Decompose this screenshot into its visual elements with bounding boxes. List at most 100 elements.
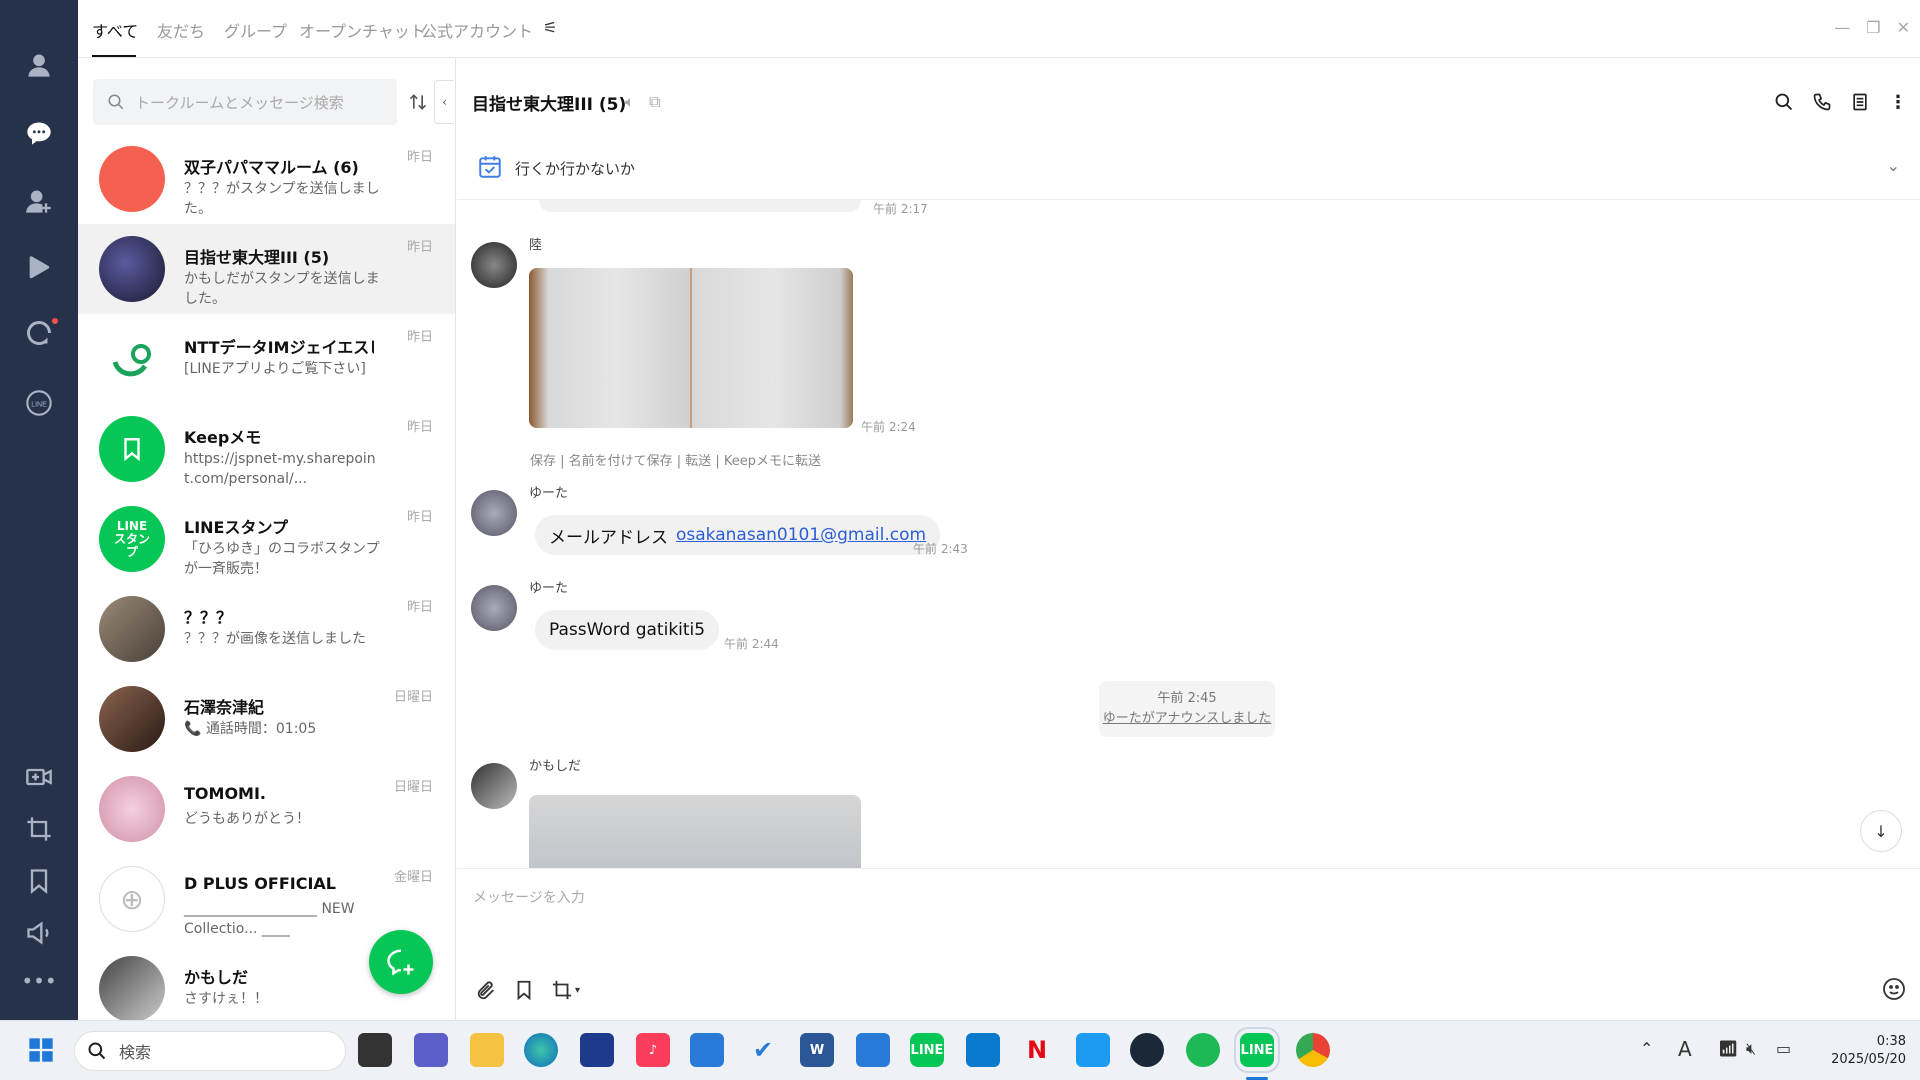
message-input[interactable]: メッセージを入力	[473, 887, 585, 907]
room-time: 昨日	[406, 420, 433, 435]
task-view-icon[interactable]	[358, 1033, 392, 1067]
todo-icon[interactable]: ✔	[746, 1033, 780, 1067]
mute-icon[interactable]: 🔈︎	[625, 92, 635, 112]
chrome-icon[interactable]	[1296, 1033, 1330, 1067]
netflix-icon[interactable]: N	[1020, 1033, 1054, 1067]
room-name: LINEスタンプ	[184, 518, 288, 537]
screenshot-icon[interactable]	[551, 979, 573, 1005]
speaker-muted-icon[interactable]: 🔇︎	[1746, 1039, 1756, 1059]
chevron-down-icon[interactable]: ⌄	[1887, 156, 1900, 175]
chats-icon[interactable]	[22, 116, 56, 150]
store-icon[interactable]	[580, 1033, 614, 1067]
more-icon[interactable]: •••	[21, 964, 56, 998]
spotify-icon[interactable]	[1186, 1033, 1220, 1067]
crop-icon[interactable]	[22, 812, 56, 846]
room-last-message: どうもありがとう！	[184, 811, 310, 827]
list-item[interactable]: ？？？ ？？？が画像を送信しました 昨日	[78, 584, 455, 674]
list-item[interactable]: NTTデータIMジェイエスピー... [LINEアプリよりご覧下さい] 昨日	[78, 314, 455, 404]
line-app-icon[interactable]: LINE	[910, 1033, 944, 1067]
system-text[interactable]: ゆーたがアナウンスしました	[1099, 709, 1275, 729]
restore-icon[interactable]: ❐	[1866, 18, 1880, 37]
announcement-bar[interactable]: 行くか行かないか ⌄	[457, 144, 1920, 200]
line-icon[interactable]: LINE	[22, 386, 56, 420]
line-active-app-icon[interactable]: LINE	[1234, 1027, 1280, 1073]
room-time: 金曜日	[393, 870, 433, 885]
text-message[interactable]: メールアドレス osakanasan0101@gmail.com	[535, 515, 941, 555]
room-time: 昨日	[406, 150, 433, 165]
chevron-down-icon[interactable]: ▾	[575, 985, 580, 1005]
avatar	[471, 763, 517, 809]
scroll-to-bottom-button[interactable]: ↓	[1860, 810, 1902, 852]
list-item[interactable]: TOMOMI. どうもありがとう！ 日曜日	[78, 764, 455, 854]
notes-icon[interactable]	[1848, 90, 1872, 114]
battery-icon[interactable]: ▭	[1776, 1039, 1791, 1058]
list-item[interactable]: 石澤奈津紀 📞 通話時間：01:05 日曜日	[78, 674, 455, 764]
avatar	[471, 585, 517, 631]
room-name: Keepメモ	[184, 428, 262, 447]
new-chat-button[interactable]	[369, 930, 433, 994]
file-explorer-icon[interactable]	[470, 1033, 504, 1067]
compose-area[interactable]: メッセージを入力 ▾	[457, 868, 1920, 1020]
photos-icon[interactable]	[690, 1033, 724, 1067]
message-list[interactable]: 午前 2:17 陸 午前 2:24 保存 | 名前を付けて保存 | 転送 | K…	[457, 200, 1920, 868]
room-name: 石澤奈津紀	[184, 698, 265, 717]
search-icon[interactable]	[1772, 90, 1796, 114]
keep-icon[interactable]	[22, 864, 56, 898]
image-message[interactable]	[529, 268, 853, 428]
popout-icon[interactable]: ⧉	[649, 92, 660, 112]
wifi-icon[interactable]: 📶︎	[1718, 1039, 1738, 1058]
close-icon[interactable]: ✕	[1897, 18, 1910, 37]
room-last-message: かもしだがスタンプを送信しました。	[184, 271, 380, 307]
openchat-icon[interactable]	[22, 316, 56, 350]
collapse-list-button[interactable]: ‹	[434, 80, 454, 124]
ime-indicator[interactable]: A	[1678, 1037, 1692, 1061]
text-message[interactable]: PassWord gatikiti5	[535, 610, 720, 650]
taskbar-search[interactable]: 検索	[74, 1031, 346, 1071]
tab-all[interactable]: すべて	[92, 18, 138, 42]
image-message[interactable]	[529, 795, 861, 868]
email-link[interactable]: osakanasan0101@gmail.com	[676, 525, 926, 545]
teams-icon[interactable]	[414, 1033, 448, 1067]
message-time: 午前 2:24	[861, 420, 916, 434]
keep-icon[interactable]	[513, 979, 535, 1005]
word-icon[interactable]: W	[800, 1033, 834, 1067]
room-last-message: 📞 通話時間：01:05	[184, 721, 317, 737]
system-clock[interactable]: 0:38 2025/05/20	[1831, 1033, 1906, 1069]
add-friend-icon[interactable]	[22, 184, 56, 218]
twitter-icon[interactable]	[1076, 1033, 1110, 1067]
windows-start-icon[interactable]	[24, 1033, 58, 1067]
call-icon[interactable]	[1810, 90, 1834, 114]
announcement-speaker-icon[interactable]	[22, 916, 56, 950]
emoji-icon[interactable]	[1882, 977, 1906, 1005]
list-item[interactable]: 目指せ東大理III (5) かもしだがスタンプを送信しました。 昨日	[78, 224, 455, 314]
line-stamp-badge: LINE スタンプ	[113, 518, 150, 559]
filter-settings-icon[interactable]: ⚟	[543, 18, 557, 37]
video-add-icon[interactable]	[22, 760, 56, 794]
more-options-icon[interactable]: ⋮	[1886, 90, 1910, 114]
tab-official[interactable]: 公式アカウント	[421, 18, 533, 42]
search-input[interactable]: トークルームとメッセージ検索	[135, 92, 344, 113]
voom-icon[interactable]	[22, 250, 56, 284]
list-item[interactable]: 双子パパママルーム (6) ？？？がスタンプを送信しました。 昨日	[78, 134, 455, 224]
chevron-up-icon[interactable]: ⌃	[1640, 1039, 1653, 1058]
attach-icon[interactable]	[475, 979, 497, 1005]
notepad-icon[interactable]	[856, 1033, 890, 1067]
tab-friends[interactable]: 友だち	[157, 18, 205, 42]
image-actions[interactable]: 保存 | 名前を付けて保存 | 転送 | Keepメモに転送	[530, 450, 821, 469]
list-item[interactable]: Keepメモ https://jspnet-my.sharepoint.com/…	[78, 404, 455, 494]
steam-icon[interactable]	[1130, 1033, 1164, 1067]
sort-icon[interactable]	[408, 92, 428, 112]
music-icon[interactable]: ♪	[636, 1033, 670, 1067]
tab-groups[interactable]: グループ	[224, 18, 287, 42]
tab-openchat[interactable]: オープンチャット	[299, 18, 426, 42]
list-item[interactable]: LINE スタンプ LINEスタンプ 「ひろゆき」のコラボスタンプが一斉販売！ …	[78, 494, 455, 584]
chat-pane: 目指せ東大理III (5) 🔈︎ ⧉ ⋮ 行くか行かないか ⌄ 午前 2:17 …	[457, 58, 1920, 1020]
search-icon	[108, 94, 124, 110]
sender-name: 陸	[529, 238, 543, 253]
vscode-icon[interactable]	[966, 1033, 1000, 1067]
minimize-icon[interactable]: —	[1834, 18, 1850, 37]
search-box[interactable]: トークルームとメッセージ検索	[93, 79, 397, 125]
edge-icon[interactable]	[524, 1033, 558, 1067]
message-time: 午前 2:17	[873, 202, 928, 216]
room-time: 昨日	[406, 240, 433, 255]
